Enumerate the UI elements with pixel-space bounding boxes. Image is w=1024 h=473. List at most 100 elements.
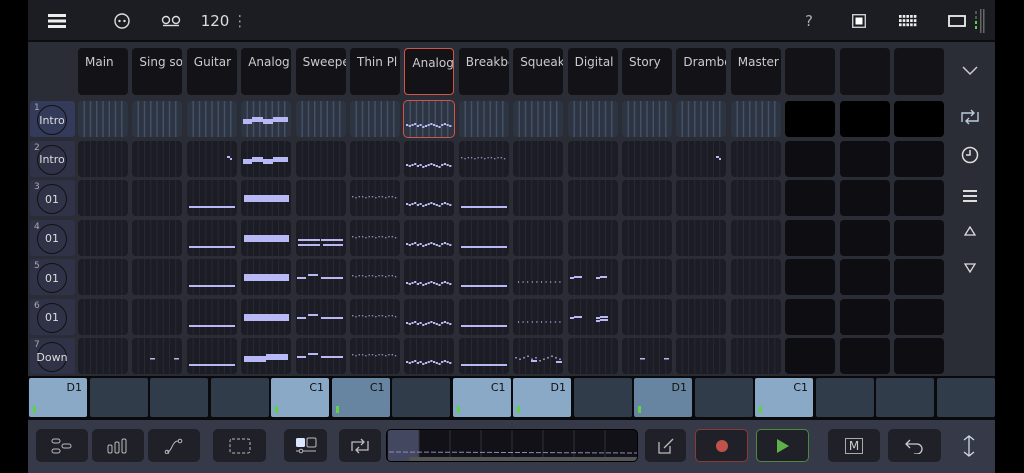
track-header[interactable]: [839, 48, 890, 95]
scene-launch-button[interactable]: 1 Intro: [30, 101, 75, 137]
clip-slot[interactable]: [132, 219, 183, 256]
pattern-slot[interactable]: [89, 378, 148, 417]
clip-slot[interactable]: [132, 298, 183, 335]
clip-slot[interactable]: [730, 140, 781, 177]
clip-slot[interactable]: [567, 140, 618, 177]
clip-slot[interactable]: [839, 180, 890, 216]
arrange-button[interactable]: [36, 429, 88, 462]
track-header[interactable]: Thin Pl: [350, 48, 400, 95]
clip-slot[interactable]: [785, 219, 836, 256]
clip-slot[interactable]: [839, 140, 890, 177]
clip-slot[interactable]: [622, 259, 672, 295]
clip-slot[interactable]: [458, 180, 509, 216]
clip-slot[interactable]: [186, 259, 237, 295]
clip-slot[interactable]: [186, 180, 237, 216]
track-header[interactable]: Sweepe: [295, 48, 346, 95]
record-button[interactable]: [695, 429, 748, 462]
view-toggle-button[interactable]: [284, 429, 327, 462]
clip-slot[interactable]: [730, 338, 781, 374]
menu-button[interactable]: [44, 8, 70, 34]
pattern-slot[interactable]: C1: [755, 378, 813, 417]
clip-slot[interactable]: [458, 298, 509, 335]
clip-slot[interactable]: [295, 298, 346, 335]
clip-slot[interactable]: [350, 298, 400, 335]
clip-slot[interactable]: [894, 259, 944, 295]
clip-slot[interactable]: [132, 259, 183, 295]
clip-slot[interactable]: [839, 259, 890, 295]
triangle-down-icon[interactable]: [945, 253, 995, 283]
loop-icon[interactable]: [945, 102, 995, 132]
clip-slot[interactable]: [567, 259, 618, 295]
clip-slot[interactable]: [458, 101, 509, 137]
clip-slot[interactable]: [295, 180, 346, 216]
clip-slot[interactable]: [785, 140, 836, 177]
chevron-down-icon[interactable]: [945, 56, 995, 86]
pattern-slot[interactable]: C1: [271, 378, 329, 417]
metronome-button[interactable]: M: [828, 429, 880, 462]
clip-slot[interactable]: [839, 219, 890, 256]
clip-slot[interactable]: [622, 140, 672, 177]
clip-slot[interactable]: [295, 338, 346, 374]
clip-slot[interactable]: [567, 180, 618, 216]
pattern-slot[interactable]: [694, 378, 753, 417]
clip-slot[interactable]: [458, 140, 509, 177]
pattern-slot[interactable]: D1: [513, 378, 571, 417]
window-icon[interactable]: [946, 8, 968, 34]
clip-slot[interactable]: [78, 298, 128, 335]
clip-slot[interactable]: [350, 101, 400, 137]
play-button[interactable]: [756, 429, 809, 462]
clip-slot[interactable]: [78, 259, 128, 295]
track-header[interactable]: Analog: [404, 48, 455, 95]
clip-slot[interactable]: [404, 298, 455, 335]
clip-slot[interactable]: [241, 140, 292, 177]
pattern-slot[interactable]: [936, 378, 995, 417]
clip-slot[interactable]: [894, 298, 944, 335]
clip-slot[interactable]: [730, 180, 781, 216]
clip-slot[interactable]: [458, 259, 509, 295]
clip-slot[interactable]: [513, 259, 564, 295]
clip-slot[interactable]: [894, 140, 944, 177]
clip-slot[interactable]: [676, 338, 727, 374]
clip-slot[interactable]: [404, 219, 455, 256]
track-header[interactable]: Squeak: [513, 48, 564, 95]
pattern-slot[interactable]: D1: [29, 378, 87, 417]
clip-slot[interactable]: [676, 298, 727, 335]
pattern-slot[interactable]: C1: [452, 378, 511, 417]
clip-slot[interactable]: [350, 338, 400, 374]
clip-slot[interactable]: [78, 140, 128, 177]
automation-button[interactable]: [148, 429, 200, 462]
clip-slot[interactable]: [676, 219, 727, 256]
pattern-slot[interactable]: [392, 378, 450, 417]
clip-slot[interactable]: [676, 259, 727, 295]
loop-button[interactable]: [339, 429, 381, 462]
track-header[interactable]: Drambo: [676, 48, 727, 95]
resize-arrow-icon[interactable]: [956, 429, 982, 462]
selection-button[interactable]: [213, 429, 266, 462]
clip-slot[interactable]: [567, 101, 618, 137]
clip-slot[interactable]: [241, 298, 292, 335]
clip-slot[interactable]: [785, 259, 836, 295]
clip-slot[interactable]: [622, 180, 672, 216]
clip-slot[interactable]: [622, 298, 672, 335]
tape-icon[interactable]: [158, 8, 184, 34]
clip-slot[interactable]: [785, 180, 836, 216]
clip-slot[interactable]: [295, 101, 346, 137]
clip-slot[interactable]: [839, 298, 890, 335]
clip-slot[interactable]: [404, 338, 455, 374]
edit-button[interactable]: [645, 429, 686, 462]
clip-slot[interactable]: [622, 338, 672, 374]
clip-slot[interactable]: [622, 101, 672, 137]
clip-slot[interactable]: [513, 298, 564, 335]
clip-slot[interactable]: [241, 259, 292, 295]
scene-launch-button[interactable]: 3 01: [30, 180, 75, 216]
clip-slot[interactable]: [730, 259, 781, 295]
clip-slot[interactable]: [78, 101, 128, 137]
clip-slot[interactable]: [622, 219, 672, 256]
clip-slot[interactable]: [132, 140, 183, 177]
grid-icon[interactable]: [896, 8, 920, 34]
scene-launch-button[interactable]: 7 Down: [30, 338, 75, 374]
clip-slot[interactable]: [894, 219, 944, 256]
clip-slot[interactable]: [567, 298, 618, 335]
pattern-slot[interactable]: C1: [331, 378, 390, 417]
clip-slot[interactable]: [513, 338, 564, 374]
